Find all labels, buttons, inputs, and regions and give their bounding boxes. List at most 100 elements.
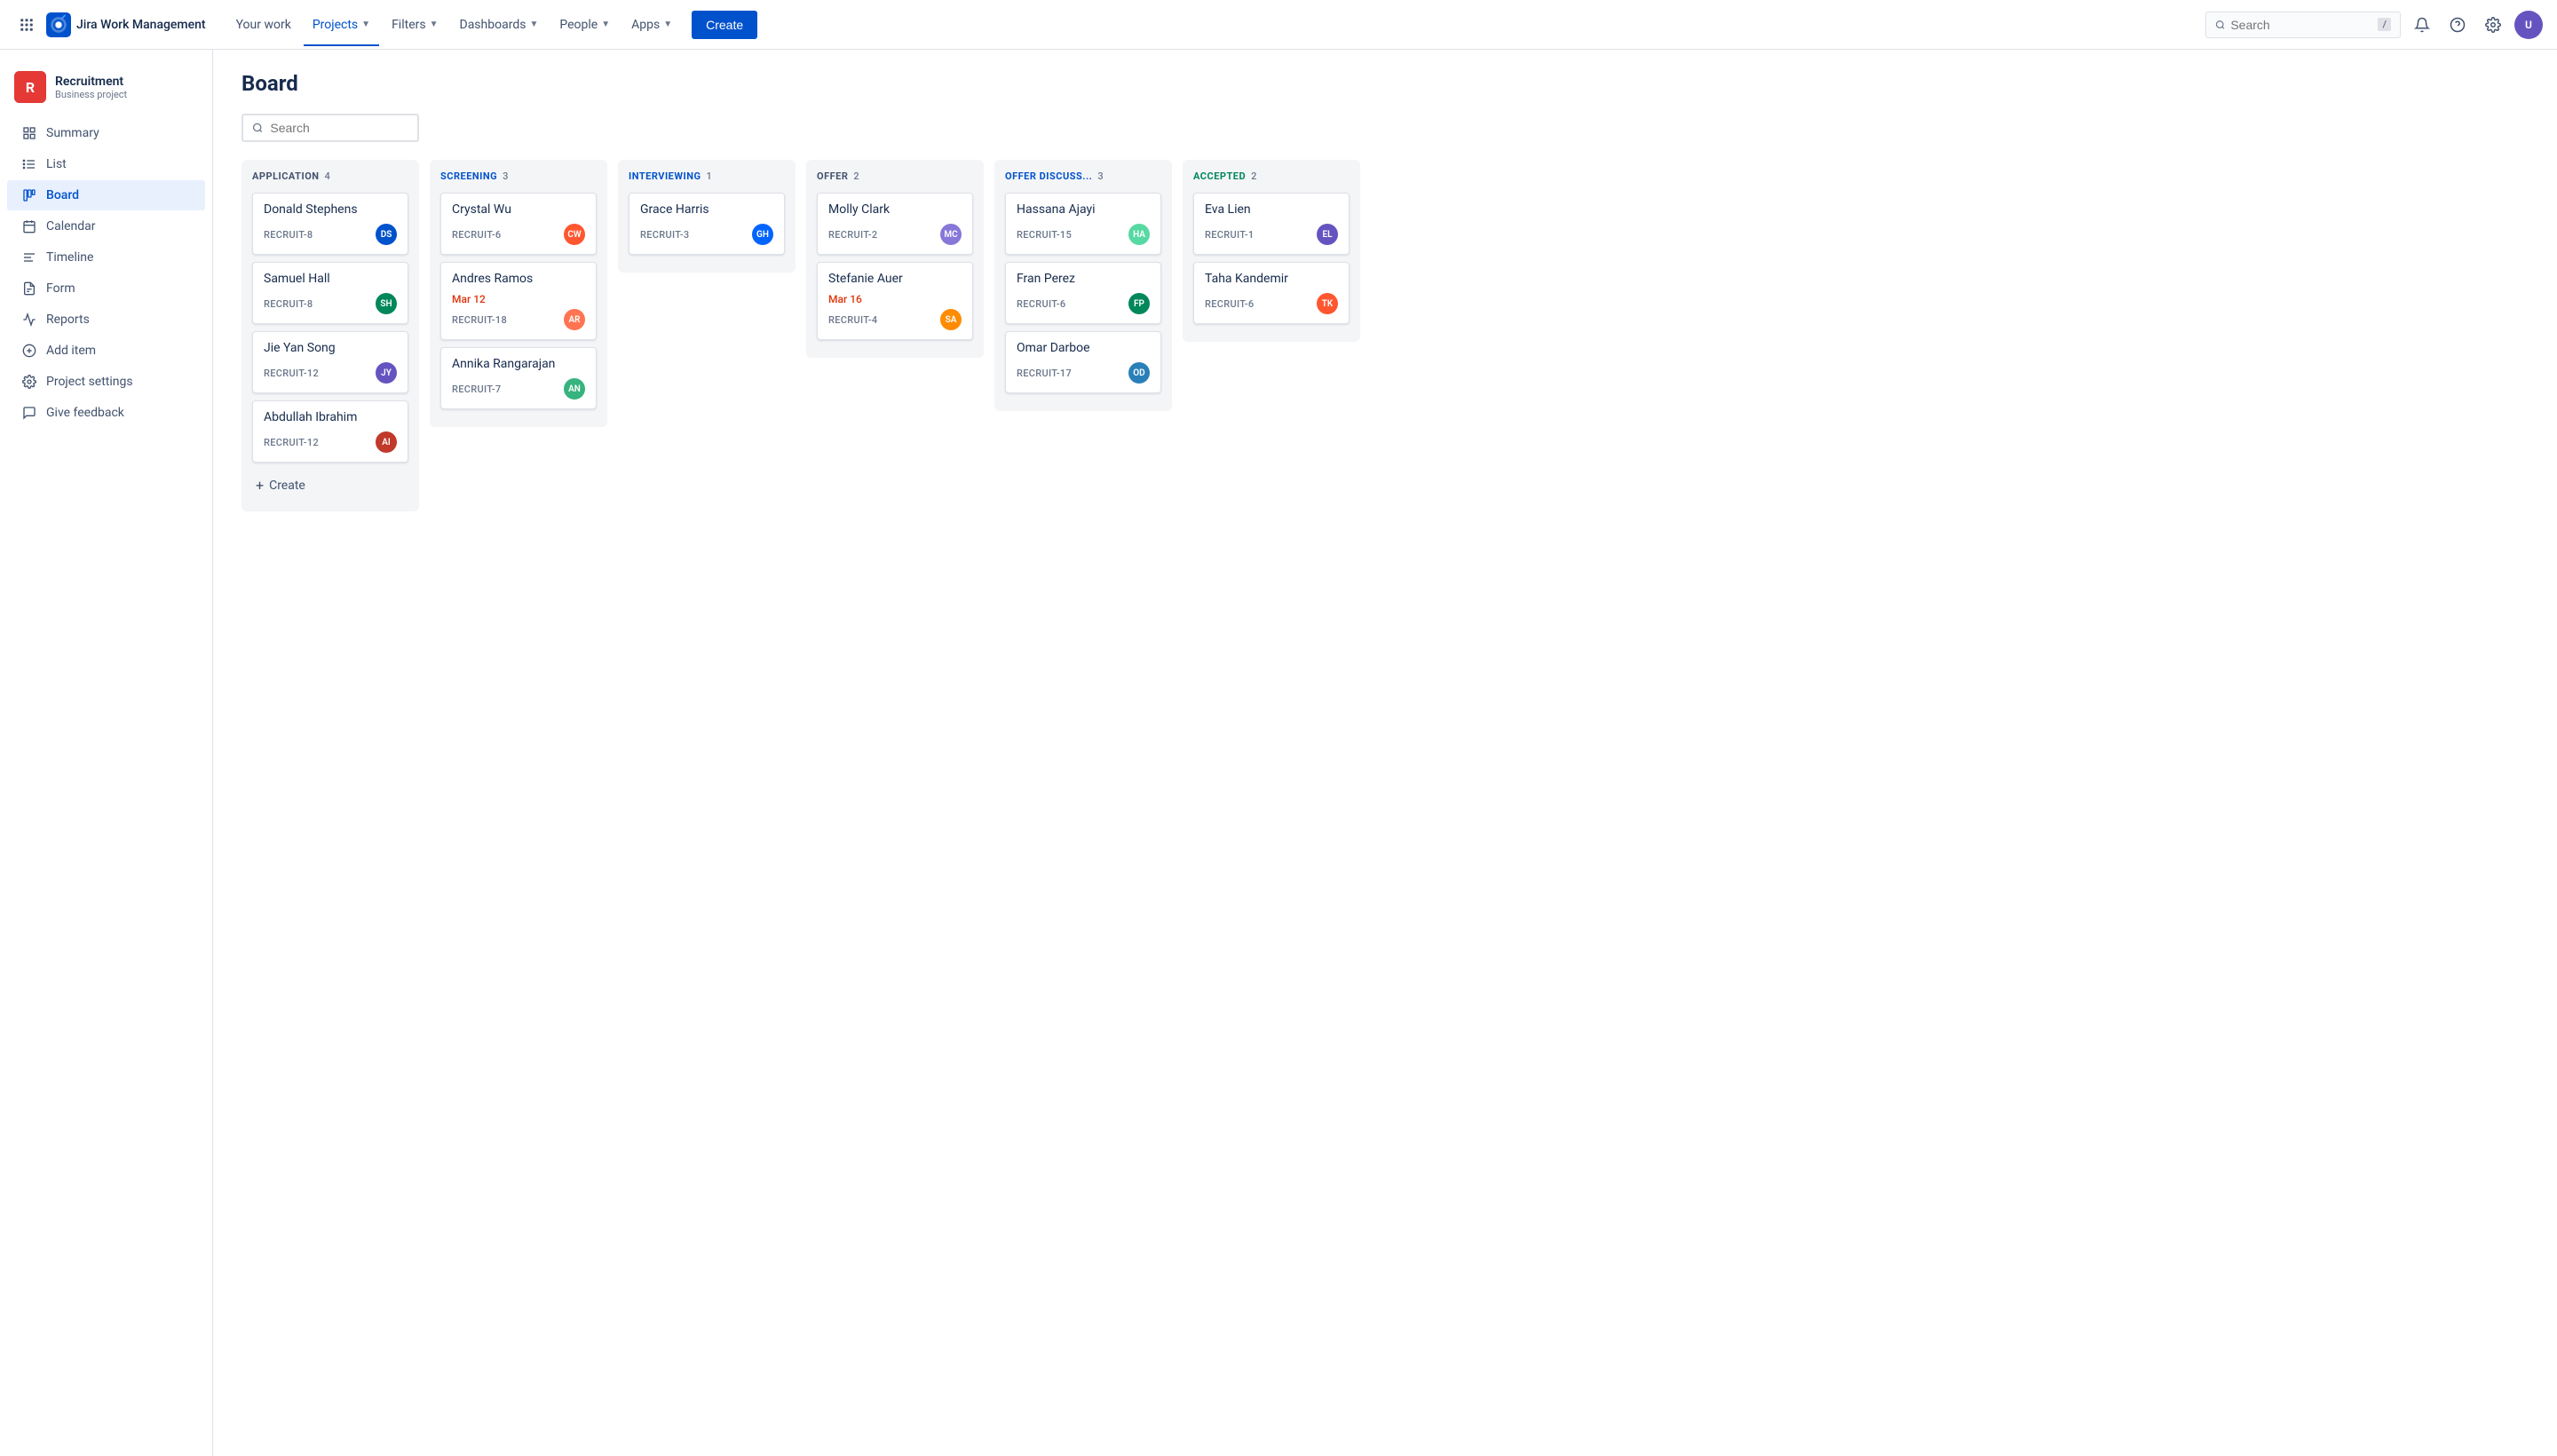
sidebar-item-label-form: Form <box>46 281 75 296</box>
project-info: Recruitment Business project <box>55 75 198 100</box>
card-abdullah-ibrahim[interactable]: Abdullah Ibrahim RECRUIT-12 AI <box>252 400 408 463</box>
grid-icon[interactable] <box>14 12 39 37</box>
card-name: Grace Harris <box>640 202 773 217</box>
card-stefanie-auer[interactable]: Stefanie Auer Mar 16 RECRUIT-4 SA <box>817 262 973 340</box>
card-avatar: DS <box>376 224 397 245</box>
sidebar-item-add-item[interactable]: Add item <box>7 336 205 366</box>
column-offer-discuss: OFFER DISCUSS... 3 Hassana Ajayi RECRUIT… <box>994 160 1172 411</box>
card-id: RECRUIT-18 <box>452 314 507 326</box>
search-box[interactable]: / <box>2205 12 2401 38</box>
notifications-icon[interactable] <box>2408 11 2436 39</box>
board-search-input-container[interactable] <box>241 114 419 142</box>
column-screening: SCREENING 3 Crystal Wu RECRUIT-6 CW Andr… <box>430 160 607 427</box>
board-icon <box>21 187 37 203</box>
sidebar-item-project-settings[interactable]: Project settings <box>7 367 205 397</box>
nav-item-filters[interactable]: Filters ▼ <box>383 12 447 37</box>
card-jie-yan-song[interactable]: Jie Yan Song RECRUIT-12 JY <box>252 331 408 393</box>
card-id: RECRUIT-6 <box>452 229 501 241</box>
column-accepted: ACCEPTED 2 Eva Lien RECRUIT-1 EL Taha Ka… <box>1183 160 1360 342</box>
card-meta: RECRUIT-7 AN <box>452 378 585 400</box>
card-omar-darboe[interactable]: Omar Darboe RECRUIT-17 OD <box>1005 331 1161 393</box>
card-meta: RECRUIT-8 SH <box>264 293 397 314</box>
column-header-interviewing: INTERVIEWING 1 <box>629 170 785 182</box>
card-meta: RECRUIT-17 OD <box>1017 362 1150 384</box>
create-card-button[interactable]: + Create <box>252 470 408 501</box>
card-name: Crystal Wu <box>452 202 585 217</box>
list-icon <box>21 156 37 172</box>
card-avatar: AI <box>376 431 397 453</box>
card-meta: RECRUIT-12 JY <box>264 362 397 384</box>
topnav: Jira Work Management Your work Projects … <box>0 0 2557 50</box>
search-input[interactable] <box>2230 18 2372 32</box>
nav-item-your-work[interactable]: Your work <box>227 12 300 37</box>
user-avatar[interactable]: U <box>2514 11 2543 39</box>
card-name: Annika Rangarajan <box>452 357 585 371</box>
nav-item-people[interactable]: People ▼ <box>550 12 619 37</box>
board-search-icon <box>252 122 263 134</box>
card-id: RECRUIT-17 <box>1017 368 1072 379</box>
sidebar-item-label-reports: Reports <box>46 313 90 327</box>
card-crystal-wu[interactable]: Crystal Wu RECRUIT-6 CW <box>440 193 597 255</box>
sidebar-item-form[interactable]: Form <box>7 273 205 304</box>
nav-item-dashboards[interactable]: Dashboards ▼ <box>451 12 548 37</box>
card-avatar: AN <box>564 378 585 400</box>
layout: R Recruitment Business project Summary <box>0 50 2557 1456</box>
create-button[interactable]: Create <box>692 11 757 39</box>
card-avatar: CW <box>564 224 585 245</box>
search-shortcut: / <box>2378 18 2391 31</box>
add-item-icon <box>21 343 37 359</box>
card-avatar: GH <box>752 224 773 245</box>
card-taha-kandemir[interactable]: Taha Kandemir RECRUIT-6 TK <box>1193 262 1350 324</box>
sidebar-item-board[interactable]: Board <box>7 180 205 210</box>
calendar-icon <box>21 218 37 234</box>
form-icon <box>21 281 37 297</box>
column-count-offer: 2 <box>853 170 859 182</box>
card-avatar: OD <box>1128 362 1150 384</box>
column-title-application: APPLICATION <box>252 170 320 182</box>
logo-area[interactable]: Jira Work Management <box>46 12 206 37</box>
sidebar-item-summary[interactable]: Summary <box>7 118 205 148</box>
card-id: RECRUIT-2 <box>828 229 877 241</box>
card-name: Jie Yan Song <box>264 341 397 355</box>
card-donald-stephens[interactable]: Donald Stephens RECRUIT-8 DS <box>252 193 408 255</box>
card-name: Donald Stephens <box>264 202 397 217</box>
board-search-text-input[interactable] <box>270 121 408 135</box>
help-icon[interactable] <box>2443 11 2472 39</box>
card-meta: RECRUIT-6 FP <box>1017 293 1150 314</box>
card-annika-rangarajan[interactable]: Annika Rangarajan RECRUIT-7 AN <box>440 347 597 409</box>
column-title-screening: SCREENING <box>440 170 497 182</box>
card-molly-clark[interactable]: Molly Clark RECRUIT-2 MC <box>817 193 973 255</box>
card-andres-ramos[interactable]: Andres Ramos Mar 12 RECRUIT-18 AR <box>440 262 597 340</box>
card-hassana-ajayi[interactable]: Hassana Ajayi RECRUIT-15 HA <box>1005 193 1161 255</box>
sidebar-item-reports[interactable]: Reports <box>7 305 205 335</box>
sidebar-item-label-summary: Summary <box>46 126 99 140</box>
sidebar-item-timeline[interactable]: Timeline <box>7 242 205 273</box>
project-type: Business project <box>55 89 198 100</box>
card-samuel-hall[interactable]: Samuel Hall RECRUIT-8 SH <box>252 262 408 324</box>
sidebar-item-calendar[interactable]: Calendar <box>7 211 205 241</box>
logo-text: Jira Work Management <box>76 18 206 32</box>
feedback-icon <box>21 405 37 421</box>
nav-item-apps[interactable]: Apps ▼ <box>622 12 681 37</box>
card-avatar: HA <box>1128 224 1150 245</box>
settings-icon[interactable] <box>2479 11 2507 39</box>
column-title-interviewing: INTERVIEWING <box>629 170 701 182</box>
column-header-application: APPLICATION 4 <box>252 170 408 182</box>
topnav-left: Jira Work Management Your work Projects … <box>14 11 757 39</box>
sidebar-item-give-feedback[interactable]: Give feedback <box>7 398 205 428</box>
create-card-label: Create <box>269 479 305 493</box>
card-meta: RECRUIT-3 GH <box>640 224 773 245</box>
reports-icon <box>21 312 37 328</box>
card-grace-harris[interactable]: Grace Harris RECRUIT-3 GH <box>629 193 785 255</box>
sidebar-item-list[interactable]: List <box>7 149 205 179</box>
card-avatar: AR <box>564 309 585 330</box>
nav-item-projects[interactable]: Projects ▼ <box>304 12 379 37</box>
card-name: Andres Ramos <box>452 272 585 286</box>
card-eva-lien[interactable]: Eva Lien RECRUIT-1 EL <box>1193 193 1350 255</box>
plus-icon: + <box>256 477 264 494</box>
project-avatar: R <box>14 71 46 103</box>
card-name: Taha Kandemir <box>1205 272 1338 286</box>
card-name: Molly Clark <box>828 202 962 217</box>
card-id: RECRUIT-8 <box>264 298 313 310</box>
card-fran-perez[interactable]: Fran Perez RECRUIT-6 FP <box>1005 262 1161 324</box>
